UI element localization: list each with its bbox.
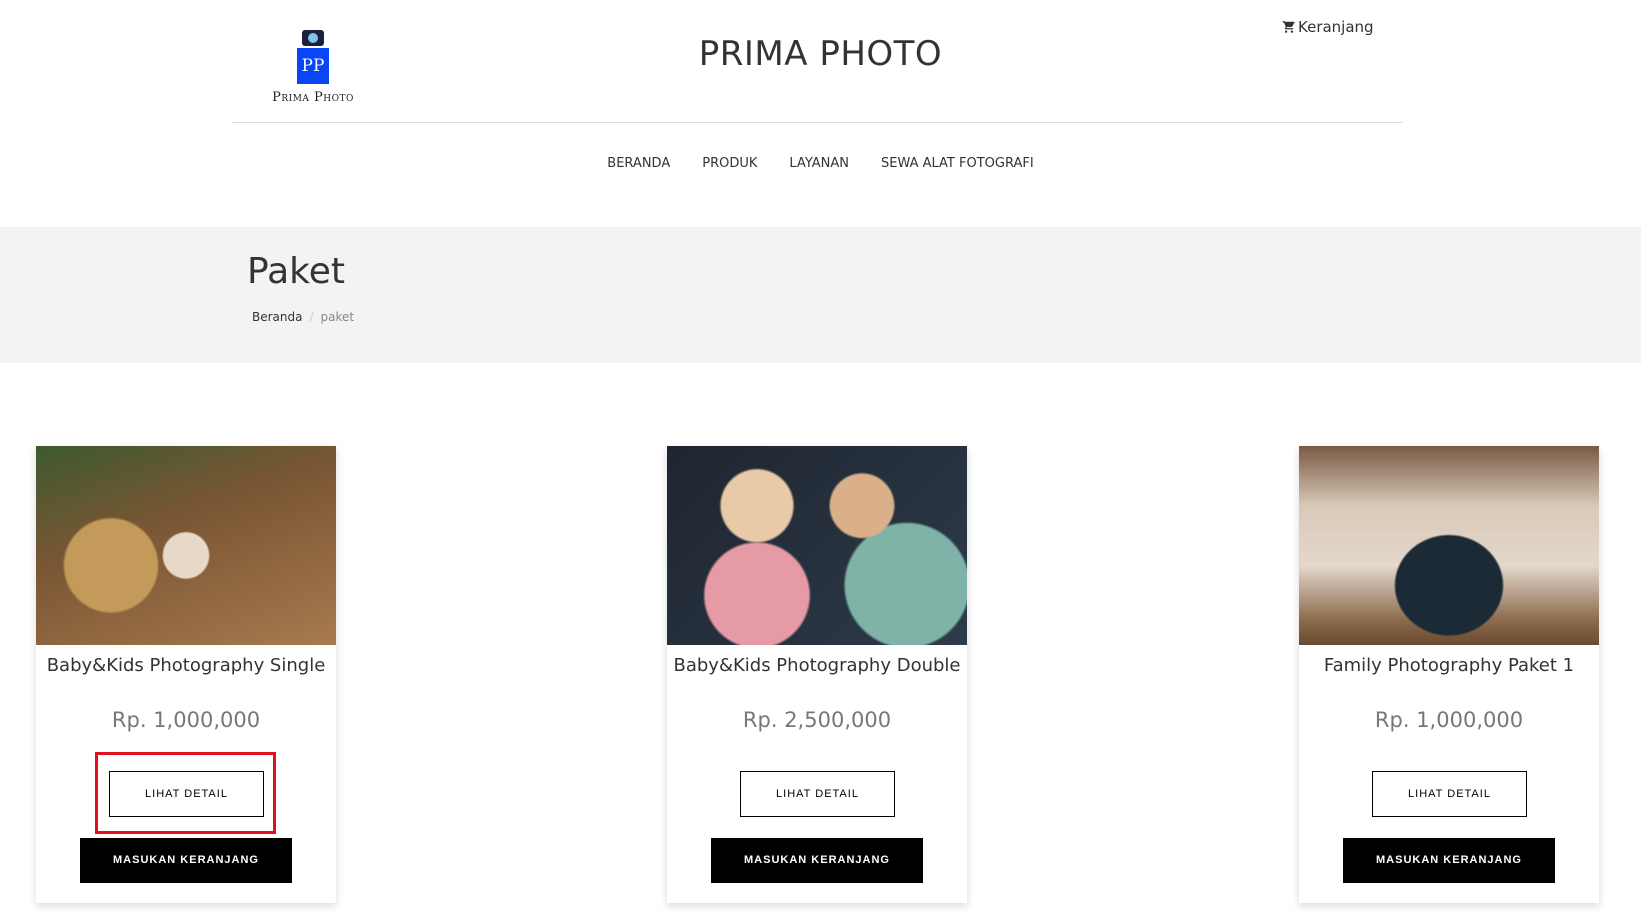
- header-divider: [232, 122, 1403, 123]
- cart-icon: [1282, 21, 1295, 33]
- product-name: Family Photography Paket 1: [1323, 655, 1575, 676]
- view-detail-button[interactable]: LIHAT DETAIL: [740, 771, 895, 817]
- main-nav: BERANDA PRODUK LAYANAN SEWA ALAT FOTOGRA…: [0, 156, 1641, 171]
- site-title: PRIMA PHOTO: [698, 34, 943, 74]
- nav-produk[interactable]: PRODUK: [702, 156, 757, 171]
- highlight-box: [95, 752, 276, 834]
- product-name: Baby&Kids Photography Double: [673, 655, 961, 676]
- nav-layanan[interactable]: LAYANAN: [789, 156, 849, 171]
- product-price: Rp. 2,500,000: [742, 708, 892, 732]
- breadcrumb-current: paket: [320, 310, 355, 324]
- product-image[interactable]: [667, 446, 967, 645]
- breadcrumb: Beranda / paket: [252, 310, 355, 324]
- add-to-cart-button[interactable]: MASUKAN KERANJANG: [711, 838, 923, 883]
- add-to-cart-button[interactable]: MASUKAN KERANJANG: [80, 838, 292, 883]
- add-to-cart-button[interactable]: MASUKAN KERANJANG: [1343, 838, 1555, 883]
- nav-sewa-alat[interactable]: SEWA ALAT FOTOGRAFI: [881, 156, 1034, 171]
- nav-beranda[interactable]: BERANDA: [607, 156, 670, 171]
- view-detail-button[interactable]: LIHAT DETAIL: [1372, 771, 1527, 817]
- breadcrumb-home[interactable]: Beranda: [252, 310, 302, 324]
- product-card: Baby&Kids Photography Double Rp. 2,500,0…: [667, 446, 967, 903]
- product-image[interactable]: [1299, 446, 1599, 645]
- page-title: Paket: [247, 251, 345, 292]
- product-price: Rp. 1,000,000: [111, 708, 261, 732]
- product-card: Family Photography Paket 1 Rp. 1,000,000…: [1299, 446, 1599, 903]
- cart-label: Keranjang: [1298, 18, 1374, 36]
- cart-link[interactable]: Keranjang: [1282, 18, 1374, 36]
- logo-text: Prima Photo: [272, 90, 354, 105]
- product-image[interactable]: [36, 446, 336, 645]
- page-header: Paket Beranda / paket: [0, 227, 1641, 363]
- product-card: Baby&Kids Photography Single Rp. 1,000,0…: [36, 446, 336, 903]
- product-price: Rp. 1,000,000: [1374, 708, 1524, 732]
- product-name: Baby&Kids Photography Single: [46, 655, 326, 676]
